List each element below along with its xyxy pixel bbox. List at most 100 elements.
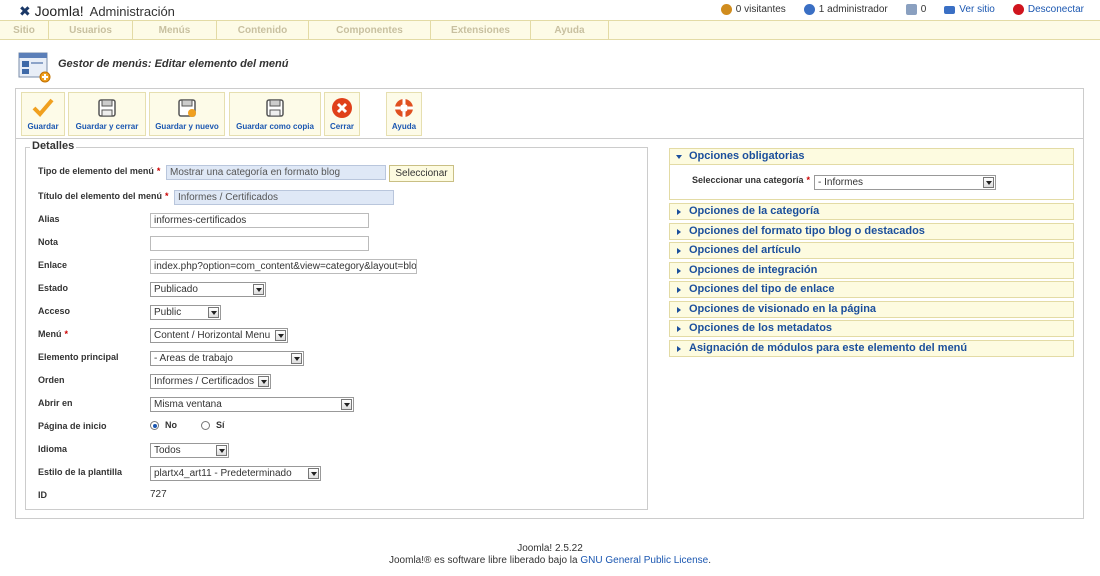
menu-item-contenido[interactable]: Contenido [217, 21, 309, 40]
close-button[interactable]: Cerrar [324, 92, 360, 136]
menu-item-usuarios[interactable]: Usuarios [49, 21, 133, 40]
save-button-label: Guardar [27, 122, 59, 131]
menu-item-componentes[interactable]: Componentes [309, 21, 431, 40]
caret-down-icon [676, 155, 682, 159]
required-mark: * [156, 166, 161, 176]
page-title: Gestor de menús: Editar elemento del men… [58, 58, 289, 70]
alias-input[interactable]: informes-certificados [150, 213, 369, 228]
required-mark: * [806, 175, 811, 185]
chevron-down-icon [308, 468, 319, 479]
item-title-label: Título del elemento del menú * [38, 191, 169, 201]
messages-icon [905, 4, 917, 15]
home-yes-radio[interactable] [201, 421, 210, 430]
language-select[interactable]: Todos [150, 443, 229, 458]
close-icon [332, 98, 352, 118]
panel-title: Opciones de integración [689, 264, 818, 276]
item-title-input[interactable]: Informes / Certificados [174, 190, 394, 205]
caret-right-icon [677, 326, 681, 332]
menu-item-ayuda[interactable]: Ayuda [531, 21, 609, 40]
link-input[interactable]: index.php?option=com_content&view=catego… [150, 259, 417, 274]
panel-title: Opciones de los metadatos [689, 322, 833, 334]
logo-text: Joomla! [34, 3, 84, 19]
view-site-label: Ver sitio [959, 4, 995, 15]
messages-link[interactable]: 0 [905, 4, 927, 15]
panel-category-options[interactable]: Opciones de la categoría [669, 203, 1074, 220]
menu-item-menus[interactable]: Menús [133, 21, 217, 40]
menu-select-value: Content / Horizontal Menu [154, 330, 271, 341]
note-input[interactable] [150, 236, 369, 251]
gpl-license-link[interactable]: GNU General Public License [580, 555, 708, 566]
panel-required-options[interactable]: Opciones obligatorias [669, 148, 1074, 165]
template-style-select[interactable]: plartx4_art11 - Predeterminado [150, 466, 321, 481]
home-yes-label: Sí [216, 420, 225, 430]
caret-right-icon [677, 287, 681, 293]
category-select[interactable]: - Informes [814, 175, 996, 190]
panel-title: Opciones del formato tipo blog o destaca… [689, 225, 925, 237]
access-select-value: Public [154, 307, 182, 318]
panel-page-display-options[interactable]: Opciones de visionado en la página [669, 301, 1074, 318]
caret-right-icon [677, 346, 681, 352]
help-button[interactable]: Ayuda [386, 92, 422, 136]
footer-version: Joomla! 2.5.22 [517, 543, 583, 554]
access-select[interactable]: Public [150, 305, 221, 320]
home-no-label: No [165, 420, 177, 430]
menu-select[interactable]: Content / Horizontal Menu [150, 328, 288, 343]
messages-count: 0 [920, 4, 927, 15]
alias-label: Alias [38, 214, 60, 224]
panel-metadata-options[interactable]: Opciones de los metadatos [669, 320, 1074, 337]
panel-integration-options[interactable]: Opciones de integración [669, 262, 1074, 279]
menu-label: Menú * [38, 329, 68, 339]
save-check-icon [32, 98, 54, 117]
save-new-label: Guardar y nuevo [155, 122, 219, 131]
language-label: Idioma [38, 444, 68, 454]
select-type-button[interactable]: Seleccionar [389, 165, 454, 182]
home-no-radio[interactable] [150, 421, 159, 430]
visitors-count: 0 visitantes [735, 4, 786, 15]
open-in-select[interactable]: Misma ventana [150, 397, 354, 412]
panel-blog-options[interactable]: Opciones del formato tipo blog o destaca… [669, 223, 1074, 240]
save-button[interactable]: Guardar [21, 92, 65, 136]
panel-module-assignment[interactable]: Asignación de módulos para este elemento… [669, 340, 1074, 357]
chevron-down-icon [341, 399, 352, 410]
save-close-button[interactable]: Guardar y cerrar [68, 92, 146, 136]
template-style-select-value: plartx4_art11 - Predeterminado [154, 468, 292, 479]
admin-user-icon [803, 4, 815, 15]
menu-label-text: Menú [38, 329, 62, 339]
required-options-panel: Seleccionar una categoría * - Informes [669, 165, 1074, 200]
view-site-link[interactable]: Ver sitio [944, 4, 995, 15]
chevron-down-icon [208, 307, 219, 318]
chevron-down-icon [216, 445, 227, 456]
ordering-select-value: Informes / Certificados [154, 376, 255, 387]
panel-link-type-options[interactable]: Opciones del tipo de enlace [669, 281, 1074, 298]
parent-item-select[interactable]: - Areas de trabajo [150, 351, 304, 366]
item-title-label-text: Título del elemento del menú [38, 191, 163, 201]
chevron-down-icon [258, 376, 269, 387]
save-new-icon [178, 99, 196, 117]
chevron-down-icon [275, 330, 286, 341]
joomla-logo: ✖ Joomla! Administración [19, 3, 175, 20]
note-label: Nota [38, 237, 58, 247]
joomla-logo-icon: ✖ [19, 3, 31, 19]
chevron-down-icon [291, 353, 302, 364]
admins-count: 1 administrador [818, 4, 888, 15]
save-copy-label: Guardar como copia [236, 122, 314, 131]
id-label: ID [38, 490, 47, 500]
panel-title: Opciones de la categoría [689, 205, 820, 217]
panel-required-options-title: Opciones obligatorias [689, 150, 805, 162]
visitors-icon [720, 4, 732, 15]
open-in-label: Abrir en [38, 398, 73, 408]
category-select-label: Seleccionar una categoría * [692, 175, 810, 185]
save-copy-button[interactable]: Guardar como copia [229, 92, 321, 136]
status-select[interactable]: Publicado [150, 282, 266, 297]
ordering-select[interactable]: Informes / Certificados [150, 374, 271, 389]
required-mark: * [64, 329, 69, 339]
visitors-status: 0 visitantes [720, 4, 786, 15]
menu-item-extensiones[interactable]: Extensiones [431, 21, 531, 40]
logout-link[interactable]: Desconectar [1012, 4, 1084, 15]
caret-right-icon [677, 209, 681, 215]
menu-item-sitio[interactable]: Sitio [0, 21, 49, 40]
required-mark: * [165, 191, 169, 201]
footer-license-suffix: . [708, 555, 711, 566]
save-new-button[interactable]: Guardar y nuevo [149, 92, 225, 136]
panel-article-options[interactable]: Opciones del artículo [669, 242, 1074, 259]
